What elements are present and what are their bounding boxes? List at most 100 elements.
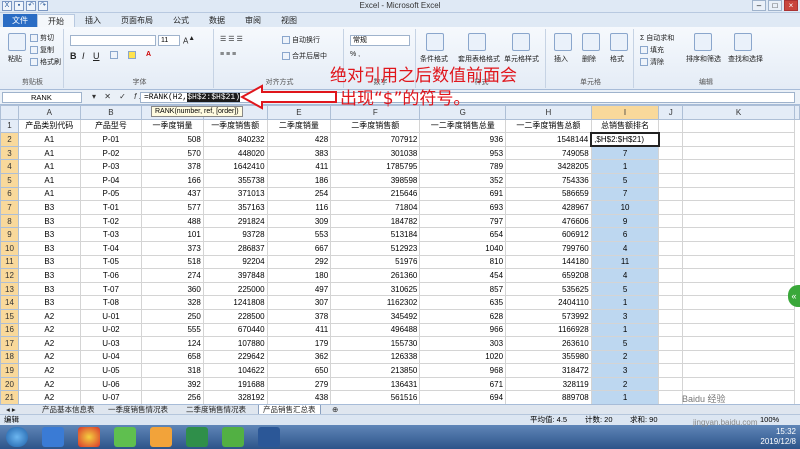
italic-button[interactable]: I [82, 51, 85, 61]
cell[interactable] [658, 186, 684, 202]
worksheet[interactable]: ABCDEFGHIJK 1产品类别代码产品型号一季度销量一季度销售额二季度销量二… [0, 105, 800, 406]
cell[interactable]: 840232 [202, 132, 268, 147]
cell[interactable] [658, 363, 684, 378]
cell[interactable]: 667 [266, 240, 332, 256]
cell[interactable]: T-06 [79, 268, 143, 283]
cell[interactable]: 328119 [505, 376, 592, 392]
cell[interactable]: 136431 [330, 376, 421, 392]
font-name-select[interactable] [70, 35, 156, 46]
cell[interactable]: 749058 [505, 145, 592, 161]
cell[interactable]: 355738 [202, 172, 268, 188]
ie-icon[interactable] [42, 427, 64, 447]
cell[interactable] [682, 159, 795, 174]
cell[interactable]: 553 [266, 227, 332, 242]
cell[interactable] [682, 172, 795, 188]
cell[interactable]: U-01 [79, 308, 143, 324]
minimize-button[interactable]: – [752, 0, 766, 11]
cell[interactable]: 392 [141, 376, 204, 392]
app-icon[interactable] [114, 427, 136, 447]
cell[interactable]: 378 [141, 159, 204, 174]
cell[interactable]: 5 [590, 281, 660, 297]
select-all-corner[interactable] [0, 105, 19, 120]
formula-buttons[interactable]: ▾ ✕ ✓ fx [92, 92, 146, 101]
cell[interactable]: U-04 [79, 349, 143, 365]
row-header[interactable]: 14 [0, 295, 19, 310]
row-header[interactable]: 6 [0, 186, 19, 202]
cell[interactable]: 292 [266, 254, 332, 270]
cell[interactable]: 561516 [330, 390, 421, 406]
cell[interactable]: 155730 [330, 336, 421, 351]
cell[interactable] [682, 145, 795, 161]
cell[interactable] [682, 240, 795, 256]
format-cells-icon[interactable] [610, 33, 628, 51]
cell[interactable]: T-01 [79, 200, 143, 215]
delete-cells-icon[interactable] [582, 33, 600, 51]
cell[interactable]: 254 [266, 186, 332, 202]
cell[interactable]: 5 [590, 172, 660, 188]
cell[interactable]: 518 [141, 254, 204, 270]
cell[interactable]: 810 [419, 254, 507, 270]
cell[interactable]: 671 [419, 376, 507, 392]
side-expand-button[interactable]: « [788, 285, 800, 307]
cell[interactable]: 124 [141, 336, 204, 351]
cell[interactable]: 373 [141, 240, 204, 256]
row-header[interactable]: 19 [0, 363, 19, 378]
cell[interactable]: 3 [590, 308, 660, 324]
clear-button[interactable]: 清除 [640, 57, 664, 67]
cell[interactable]: 670440 [202, 322, 268, 338]
cell[interactable]: 577 [141, 200, 204, 215]
cell[interactable]: 92204 [202, 254, 268, 270]
cell[interactable]: B3 [17, 200, 81, 215]
cell[interactable]: 476606 [505, 213, 592, 229]
cell[interactable]: A2 [17, 363, 81, 378]
cell[interactable]: 产品型号 [79, 118, 143, 134]
close-button[interactable]: × [784, 0, 798, 11]
cell[interactable]: 191688 [202, 376, 268, 392]
cell[interactable]: 1 [590, 159, 660, 174]
cell[interactable]: A1 [17, 145, 81, 161]
conditional-format-button[interactable]: 条件格式 [420, 54, 448, 64]
cell[interactable]: A2 [17, 376, 81, 392]
border-button[interactable] [110, 51, 120, 59]
cell[interactable]: 497 [266, 281, 332, 297]
column-header[interactable]: J [658, 105, 684, 120]
cell[interactable]: 10 [590, 200, 660, 215]
cell[interactable]: 555 [141, 322, 204, 338]
column-header[interactable]: K [682, 105, 795, 120]
cell[interactable]: 186 [266, 172, 332, 188]
cell[interactable] [658, 308, 684, 324]
cell[interactable]: 一二季度销售总额 [505, 118, 592, 134]
cell[interactable]: 二季度销售额 [330, 118, 421, 134]
copy-button[interactable]: 复制 [30, 45, 54, 55]
cell[interactable]: 1040 [419, 240, 507, 256]
cell[interactable]: 2 [590, 349, 660, 365]
cell[interactable]: 691 [419, 186, 507, 202]
cell[interactable] [658, 240, 684, 256]
cell[interactable] [682, 200, 795, 215]
cell[interactable]: 产品类别代码 [17, 118, 81, 134]
cell[interactable]: 116 [266, 200, 332, 215]
autosum-button[interactable]: Σ 自动求和 [640, 33, 674, 43]
cell[interactable]: 658 [141, 349, 204, 365]
cell[interactable]: 857 [419, 281, 507, 297]
cell[interactable]: 799760 [505, 240, 592, 256]
cell[interactable]: 360 [141, 281, 204, 297]
excel-taskbar-icon[interactable] [186, 427, 208, 447]
cell[interactable]: 229642 [202, 349, 268, 365]
cell[interactable]: 694 [419, 390, 507, 406]
sort-filter-icon[interactable] [694, 33, 712, 51]
cell[interactable] [658, 118, 684, 134]
cell[interactable]: P-02 [79, 145, 143, 161]
cell[interactable]: 754336 [505, 172, 592, 188]
active-cell[interactable]: ,$H$2:$H$21) [590, 131, 660, 148]
cell[interactable]: 4 [590, 240, 660, 256]
cell[interactable]: B3 [17, 240, 81, 256]
cell[interactable]: 一二季度销售总量 [419, 118, 507, 134]
cell[interactable]: 345492 [330, 308, 421, 324]
cell[interactable]: U-02 [79, 322, 143, 338]
cell[interactable]: 一季度销售额 [202, 118, 268, 134]
cell[interactable]: U-07 [79, 390, 143, 406]
tab-formulas[interactable]: 公式 [163, 14, 199, 27]
tab-view[interactable]: 视图 [271, 14, 307, 27]
cell[interactable]: 352 [419, 172, 507, 188]
